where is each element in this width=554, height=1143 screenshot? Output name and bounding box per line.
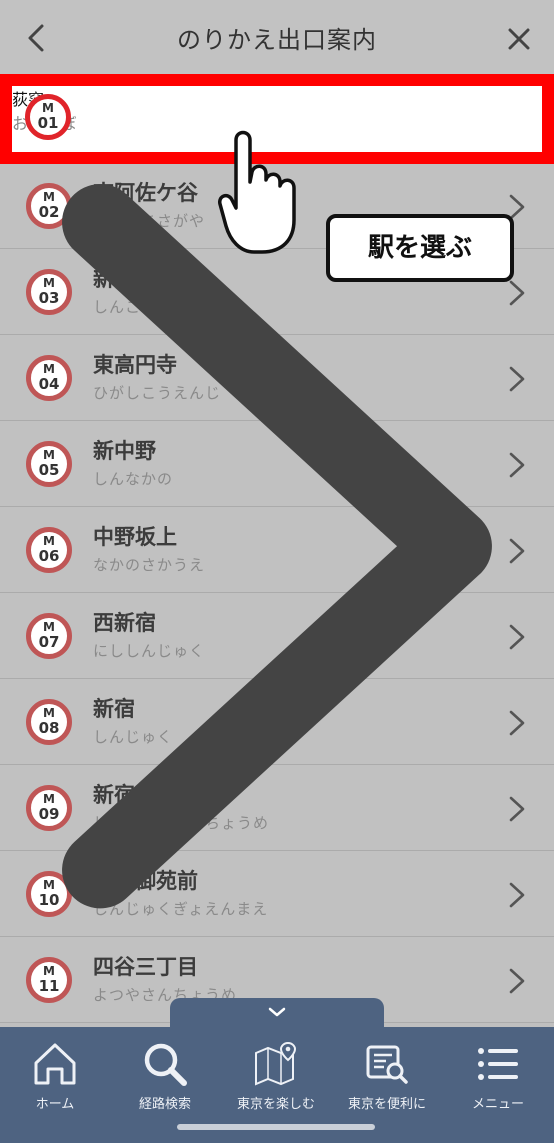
menu-icon bbox=[478, 1048, 518, 1080]
home-indicator bbox=[177, 1124, 375, 1130]
chevron-down-icon bbox=[268, 1007, 286, 1017]
tab-convenient-tokyo[interactable]: 東京を便利に bbox=[332, 1041, 442, 1112]
close-icon[interactable] bbox=[506, 26, 532, 52]
line-badge: M 11 bbox=[26, 957, 72, 1003]
header: のりかえ出口案内 bbox=[0, 0, 554, 75]
home-icon bbox=[34, 1043, 76, 1085]
chevron-right-icon bbox=[509, 968, 525, 994]
map-icon bbox=[255, 1041, 297, 1086]
tab-route-search[interactable]: 経路検索 bbox=[110, 1041, 220, 1112]
search-icon bbox=[144, 1043, 187, 1086]
select-station-callout: 駅を選ぶ bbox=[326, 214, 514, 282]
station-name: 荻窪 bbox=[12, 90, 45, 109]
tab-menu[interactable]: メニュー bbox=[443, 1041, 553, 1112]
tray-handle[interactable] bbox=[170, 998, 384, 1030]
tab-enjoy-tokyo[interactable]: 東京を楽しむ bbox=[221, 1041, 331, 1112]
tab-home[interactable]: ホーム bbox=[0, 1041, 110, 1112]
pointing-hand-icon bbox=[218, 130, 296, 254]
line-badge: M 01 bbox=[25, 94, 71, 140]
guide-search-icon bbox=[366, 1045, 408, 1084]
page-title: のりかえ出口案内 bbox=[177, 26, 377, 54]
